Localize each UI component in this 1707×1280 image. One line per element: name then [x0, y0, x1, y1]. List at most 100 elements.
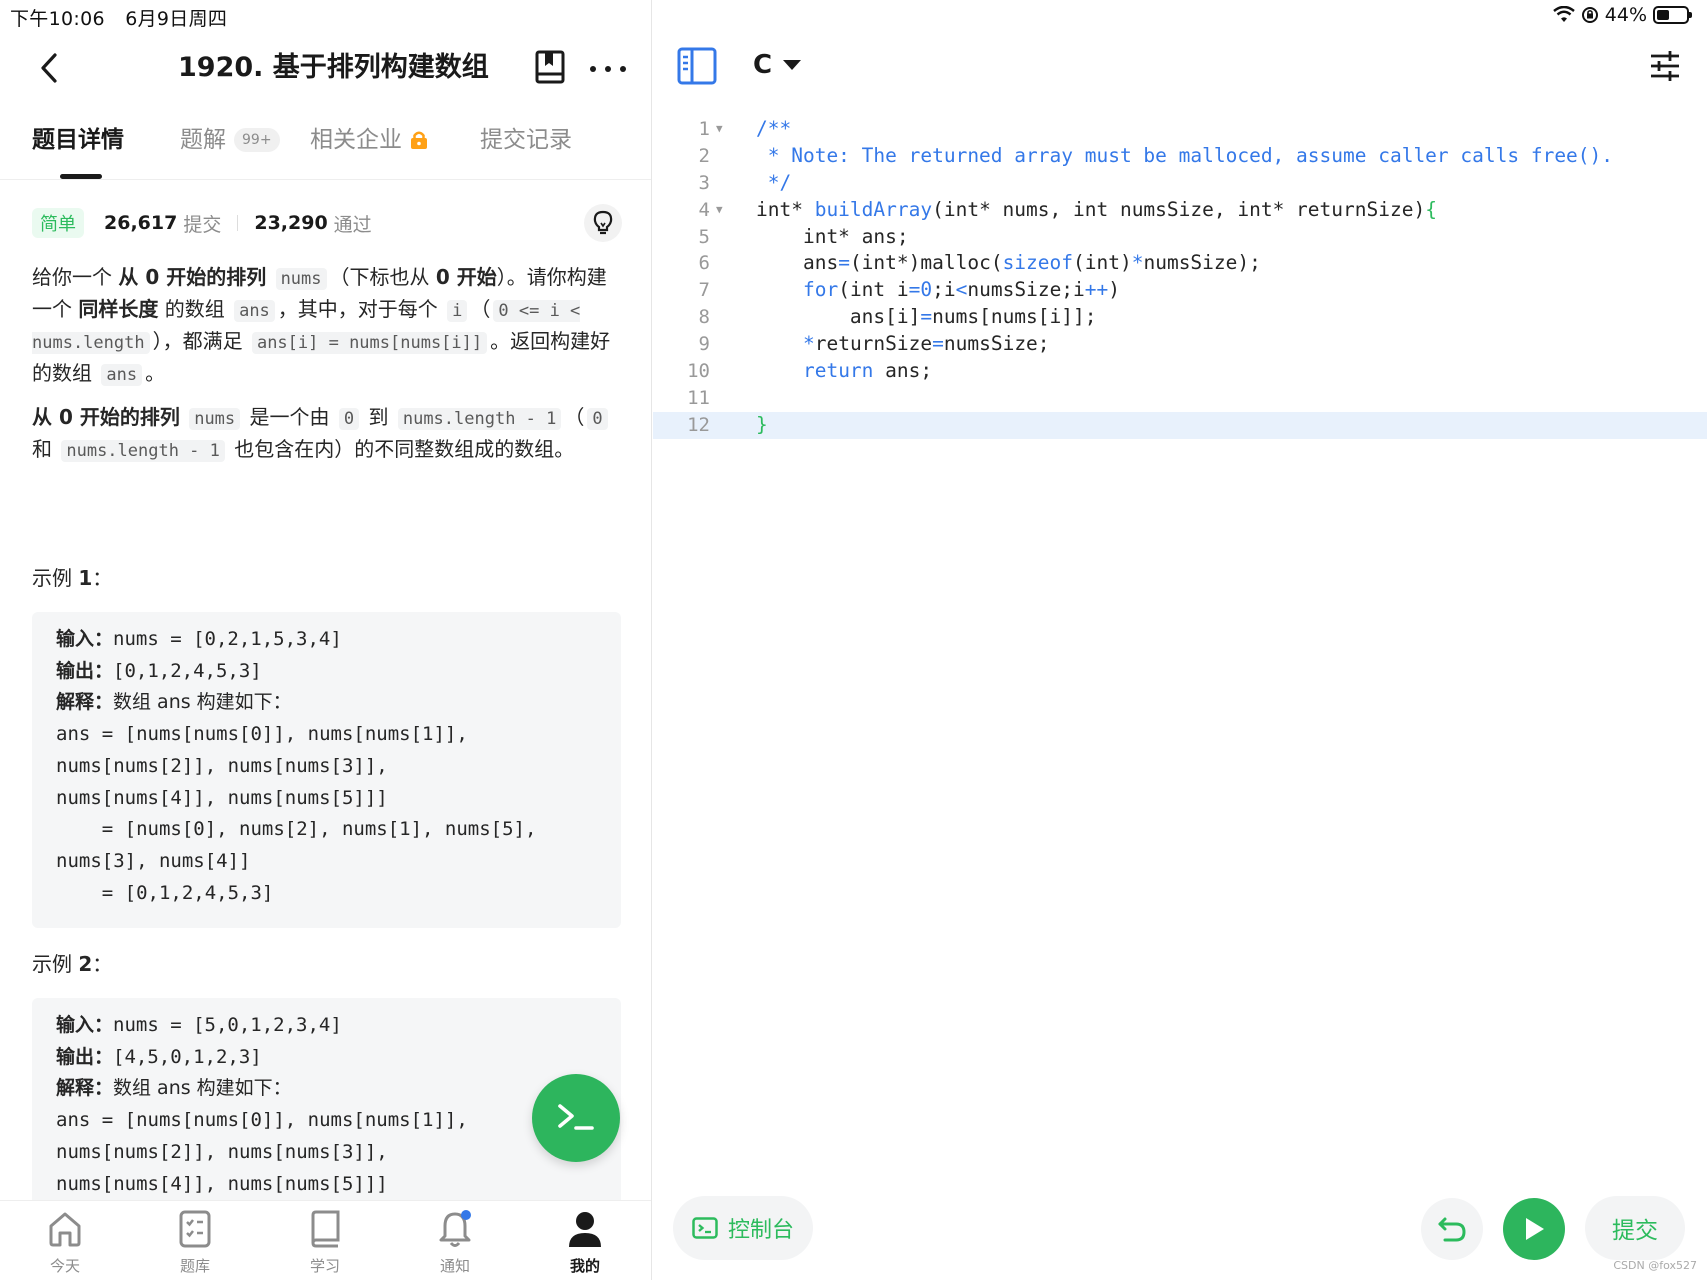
tab-submissions-label: 提交记录 [480, 127, 572, 153]
code-line-current: 12} [653, 411, 1707, 439]
input-value: nums = [0,2,1,5,3,4] [113, 628, 342, 650]
nav-label-notifications: 通知 [439, 1257, 470, 1275]
accepted-label: 通过 [333, 213, 372, 236]
output-value: [0,1,2,4,5,3] [113, 659, 262, 682]
code-line: 8 ans[i]=nums[nums[i]]; [653, 304, 1707, 331]
play-icon [1526, 1218, 1544, 1240]
desc-text [266, 265, 272, 289]
desc-text: （ [564, 405, 585, 429]
home-icon [49, 1212, 81, 1247]
nav-label-me: 我的 [569, 1257, 600, 1275]
nav-item-notifications[interactable]: 通知 [415, 1209, 495, 1276]
example-explain: 解释：数组 ans 构建如下： [56, 1073, 597, 1105]
explain-line: nums[nums[4]], nums[nums[5]]] [56, 786, 388, 809]
run-button[interactable] [1503, 1198, 1565, 1260]
nav-item-today[interactable]: 今天 [25, 1209, 105, 1276]
line-number: 7 [698, 279, 710, 302]
explain-line: nums[3], nums[4]] [56, 849, 251, 872]
accepted-count: 23,290 [254, 212, 328, 234]
caret-down-icon [783, 60, 802, 70]
code-editor[interactable]: 1 ▼ /** 2 * Note: The returned array must … [653, 116, 1707, 439]
bell-icon [439, 1210, 471, 1247]
line-number: 8 [698, 306, 710, 329]
desc-text: 和 [32, 437, 59, 461]
inline-code: i [447, 300, 468, 322]
console-label: 控制台 [727, 1218, 794, 1243]
nav-item-problems[interactable]: 题库 [155, 1209, 235, 1276]
fold-arrow-icon[interactable]: ▼ [716, 116, 723, 143]
desc-text: 的数组 [158, 297, 232, 321]
example-output: 输出：[4,5,0,1,2,3] [56, 1042, 597, 1074]
nav-label-today: 今天 [49, 1257, 80, 1275]
example-title-text: 示例 [32, 952, 79, 976]
code-line: 4 ▼ int* buildArray(int* nums, int numsSiz… [653, 197, 1707, 224]
more-options-icon[interactable] [590, 54, 626, 84]
code-text: * Note: The returned array must be mallo… [756, 143, 1614, 167]
desc-bold: 从 0 开始的排列 [118, 265, 267, 289]
line-number: 3 [698, 171, 710, 194]
desc-text: 也包含在内）的不同整数组成的数组。 [227, 437, 575, 461]
tab-submissions[interactable]: 提交记录 [480, 124, 572, 156]
nav-item-me[interactable]: 我的 [545, 1209, 625, 1276]
tab-solutions[interactable]: 题解 99+ [180, 124, 280, 156]
inline-code: nums [189, 408, 241, 430]
example-input: 输入：nums = [5,0,1,2,3,4] [56, 1010, 597, 1042]
submit-button[interactable]: 提交 [1585, 1196, 1685, 1260]
editor-pane: C 1 ▼ /** 2 * Note: The returned array mus… [653, 0, 1707, 1280]
line-number: 12 [687, 413, 710, 436]
code-line: 2 * Note: The returned array must be mal… [653, 143, 1707, 170]
explain-label: 解释： [56, 691, 114, 714]
hint-bulb-icon[interactable] [584, 204, 622, 242]
tab-solutions-label: 题解 [180, 127, 226, 153]
console-button[interactable]: 控制台 [673, 1196, 813, 1260]
lock-icon [411, 131, 427, 149]
example-2-title: 示例 2： [32, 948, 112, 977]
submit-label: 提交 [1612, 1218, 1658, 1244]
submission-count: 26,617 [104, 212, 178, 234]
input-label: 输入： [56, 628, 114, 650]
language-select[interactable]: C [753, 50, 802, 80]
explain-line: nums[nums[2]], nums[nums[3]], [56, 754, 388, 777]
desc-text: （ [470, 297, 491, 321]
problem-tabs: 题目详情 题解 99+ 相关企业 提交记录 [0, 118, 651, 180]
notebook-icon[interactable] [534, 50, 566, 86]
output-label: 输出： [56, 659, 114, 682]
undo-icon [1438, 1217, 1466, 1242]
submission-label: 提交 [183, 213, 222, 236]
open-editor-button[interactable] [532, 1074, 620, 1162]
tab-description[interactable]: 题目详情 [32, 124, 124, 156]
difficulty-badge: 简单 [32, 208, 84, 238]
inline-code: nums [275, 268, 327, 290]
undo-button[interactable] [1421, 1198, 1483, 1260]
explain-text: 数组 ans 构建如下： [113, 691, 292, 714]
code-line: 11 [653, 385, 1707, 412]
example-number: 1 [78, 566, 93, 590]
example-output: 输出：[0,1,2,4,5,3] [56, 656, 597, 688]
explain-line: ans = [nums[nums[0]], nums[nums[1]], [56, 723, 468, 746]
example-input: 输入：nums = [0,2,1,5,3,4] [56, 624, 597, 656]
explain-line: = [nums[0], nums[2], nums[1], nums[5], [56, 818, 537, 841]
solutions-count-badge: 99+ [234, 128, 280, 152]
code-line: 3 */ [653, 170, 1707, 197]
desc-bold: 同样长度 [78, 297, 159, 321]
nav-header: 1920. 基于排列构建数组 [0, 40, 651, 96]
back-icon[interactable] [34, 48, 64, 88]
desc-text: 给你一个 [32, 265, 119, 289]
desc-text: 是一个由 [243, 405, 336, 429]
desc-text: ），都满足 [152, 329, 249, 353]
editor-settings-icon[interactable] [1649, 50, 1681, 82]
code-text: ans[i]=nums[nums[i]]; [756, 305, 1097, 329]
code-line: 9 *returnSize=numsSize; [653, 331, 1707, 358]
output-label: 输出： [56, 1045, 114, 1068]
fold-arrow-icon[interactable]: ▼ [716, 197, 723, 224]
sidebar-toggle-icon[interactable] [677, 46, 717, 86]
console-icon [692, 1217, 718, 1239]
line-number: 9 [698, 333, 710, 356]
nav-item-learn[interactable]: 学习 [285, 1209, 365, 1276]
example-colon: ： [92, 566, 113, 590]
code-text: return ans; [802, 359, 933, 383]
code-text: int* ans; [756, 224, 909, 248]
problem-list-icon [179, 1210, 211, 1248]
tab-companies[interactable]: 相关企业 [310, 124, 428, 156]
input-label: 输入： [56, 1014, 114, 1036]
